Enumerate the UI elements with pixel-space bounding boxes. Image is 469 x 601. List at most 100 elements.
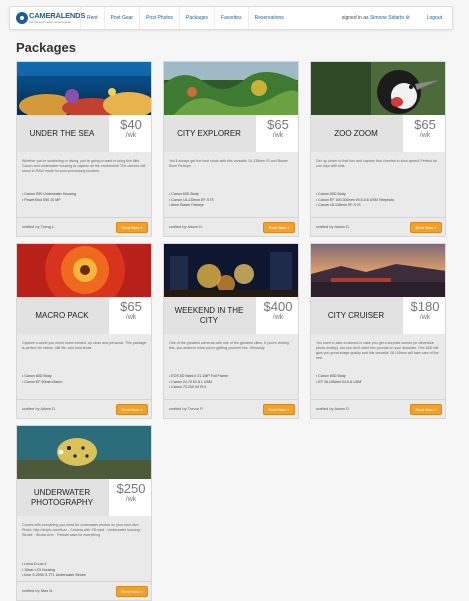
harbor-sunset-photo[interactable] bbox=[311, 244, 446, 297]
gear-icon: ⚙ bbox=[405, 15, 410, 21]
rent-now-button[interactable]: Rent Now » bbox=[410, 404, 442, 415]
crafted-by: crafted by Trang L. bbox=[22, 224, 56, 229]
author-link[interactable]: Adam D. bbox=[187, 224, 203, 229]
author-link[interactable]: Max B. bbox=[41, 588, 53, 593]
nav-post-gear[interactable]: Post Gear bbox=[103, 7, 140, 29]
gear-list: Leica D-Lux 4 10bar LX3 Housing Inon S-2… bbox=[22, 562, 148, 579]
price-unit: /wk bbox=[419, 314, 431, 322]
gear-item: Inon S-2000 S-TTL Underwater Strobe bbox=[22, 573, 148, 579]
user-menu[interactable]: Simone Sidarto ⚙ bbox=[370, 15, 410, 21]
price-box: $40 /wk bbox=[109, 115, 151, 152]
gear-list: Canon 60D Body Canon EF 100-300mm f/4.5-… bbox=[316, 192, 442, 209]
gear-list: Canon 60D Body EF 28-105mm f/4.5-6 USM bbox=[316, 374, 442, 385]
nav-favorites[interactable]: Favorites bbox=[214, 7, 248, 29]
price-unit: /wk bbox=[125, 314, 137, 322]
nav-rent[interactable]: Rent bbox=[80, 7, 104, 29]
package-name: WEEKEND IN THE CITY bbox=[174, 305, 244, 325]
package-name: UNDER THE SEA bbox=[29, 128, 95, 138]
price-amount: $65 bbox=[120, 299, 142, 314]
price-box: $400 /wk bbox=[256, 297, 298, 334]
price-amount: $400 bbox=[263, 299, 293, 314]
package-description: Capture a world you never knew existed, … bbox=[22, 340, 147, 350]
author-link[interactable]: Trevor P. bbox=[188, 406, 204, 411]
author-link[interactable]: Adam D. bbox=[40, 406, 56, 411]
camera-lens-logo-icon bbox=[16, 12, 28, 24]
author-link[interactable]: Adam D. bbox=[334, 406, 350, 411]
crafted-by: crafted by Adam D. bbox=[22, 406, 57, 411]
price-amount: $65 bbox=[414, 117, 436, 132]
nav-reservations[interactable]: Reservations bbox=[247, 7, 290, 29]
package-card: WEEKEND IN THE CITY $400 /wk One of the … bbox=[163, 243, 299, 419]
rent-now-button[interactable]: Rent Now » bbox=[410, 222, 442, 233]
card-footer: crafted by Max B. Rent Now » bbox=[17, 581, 151, 600]
price-amount: $65 bbox=[267, 117, 289, 132]
card-footer: crafted by Trang L. Rent Now » bbox=[17, 217, 151, 236]
package-card: UNDERWATER PHOTOGRAPHY $250 /wk Comes wi… bbox=[16, 425, 152, 601]
garden-greenhouse-photo[interactable] bbox=[164, 62, 299, 115]
brand-tagline: borrow a pro level camera gear bbox=[29, 19, 71, 24]
rent-now-button[interactable]: Rent Now » bbox=[263, 222, 295, 233]
boxfish-underwater-photo[interactable] bbox=[17, 426, 152, 479]
package-description: Get up closer to that lion and capture t… bbox=[316, 158, 438, 168]
author-link[interactable]: Trang L. bbox=[41, 224, 56, 229]
price-unit: /wk bbox=[272, 314, 284, 322]
signed-in-status: signed in as Simone Sidarto ⚙ bbox=[342, 7, 410, 29]
gear-list: Canon S90 Underwater Housing PowerShot S… bbox=[22, 192, 148, 203]
crafted-by: crafted by Trevor P. bbox=[169, 406, 204, 411]
gear-list: Canon 60D Body Canon EF 60mm Macro bbox=[22, 374, 148, 385]
price-unit: /wk bbox=[419, 132, 431, 140]
rent-now-button[interactable]: Rent Now » bbox=[116, 586, 148, 597]
user-name: Simone Sidarto bbox=[369, 15, 405, 21]
gear-item: Canon 70-200 f/4 IS II bbox=[169, 385, 295, 391]
coral-reef-photo[interactable] bbox=[17, 62, 152, 115]
package-description: One of the greatest cameras with one of … bbox=[169, 340, 289, 350]
gear-item: 8mm Bower Fisheye bbox=[169, 203, 295, 209]
package-card: UNDER THE SEA $40 /wk Whether you're sno… bbox=[16, 61, 152, 237]
page-title: Packages bbox=[16, 40, 76, 55]
price-amount: $180 bbox=[410, 299, 440, 314]
price-box: $65 /wk bbox=[109, 297, 151, 334]
price-box: $250 /wk bbox=[109, 479, 151, 516]
package-name: CITY EXPLORER bbox=[177, 128, 241, 138]
red-flower-macro-photo[interactable] bbox=[17, 244, 152, 297]
crafted-by: crafted by Adam D. bbox=[316, 406, 351, 411]
night-city-lights-photo[interactable] bbox=[164, 244, 299, 297]
rent-now-button[interactable]: Rent Now » bbox=[116, 404, 148, 415]
crafted-by: crafted by Adam D. bbox=[316, 224, 351, 229]
gear-item: EF 28-105mm f/4.5-6 USM bbox=[316, 380, 442, 386]
package-card: ZOO ZOOM $65 /wk Get up closer to that l… bbox=[310, 61, 446, 237]
crafted-by: crafted by Max B. bbox=[22, 588, 54, 593]
crowned-crane-photo[interactable] bbox=[311, 62, 446, 115]
brand-logo[interactable]: CAMERALENDS borrow a pro level camera ge… bbox=[16, 10, 85, 26]
package-description: You want to take a camera in case you ge… bbox=[316, 340, 439, 360]
logout-link[interactable]: Logout bbox=[427, 7, 442, 29]
price-unit: /wk bbox=[125, 132, 137, 140]
package-card: MACRO PACK $65 /wk Capture a world you n… bbox=[16, 243, 152, 419]
gear-list: EOS 5D Mark II 21.1MP Full Frame Canon 2… bbox=[169, 374, 295, 391]
brand-name: CAMERALENDS bbox=[29, 11, 86, 21]
gear-item: PowerShot S90 10 MP bbox=[22, 198, 148, 204]
package-name: ZOO ZOOM bbox=[334, 128, 378, 138]
author-link[interactable]: Adam D. bbox=[334, 224, 350, 229]
signed-in-label: signed in as bbox=[341, 15, 369, 21]
rent-now-button[interactable]: Rent Now » bbox=[263, 404, 295, 415]
package-card: CITY CRUISER $180 /wk You want to take a… bbox=[310, 243, 446, 419]
gear-item: Canon 18-135mm EF-S IS bbox=[316, 203, 442, 209]
price-unit: /wk bbox=[125, 496, 137, 504]
price-box: $65 /wk bbox=[403, 115, 445, 152]
main-nav: Rent Post Gear Post Photos Packages Favo… bbox=[80, 7, 290, 29]
price-box: $65 /wk bbox=[256, 115, 298, 152]
price-box: $180 /wk bbox=[403, 297, 445, 334]
nav-packages[interactable]: Packages bbox=[179, 7, 214, 29]
rent-now-button[interactable]: Rent Now » bbox=[116, 222, 148, 233]
package-description: Whether you're snorkeling or diving, you… bbox=[22, 158, 146, 173]
package-description: Comes with everything you need for under… bbox=[22, 522, 142, 537]
card-footer: crafted by Adam D. Rent Now » bbox=[17, 399, 151, 418]
package-grid: UNDER THE SEA $40 /wk Whether you're sno… bbox=[16, 61, 446, 601]
crafted-by: crafted by Adam D. bbox=[169, 224, 204, 229]
top-navbar: CAMERALENDS borrow a pro level camera ge… bbox=[9, 6, 453, 30]
price-amount: $250 bbox=[116, 481, 146, 496]
card-footer: crafted by Adam D. Rent Now » bbox=[311, 399, 445, 418]
gear-list: Canon 60D Body Canon 18-135mm EF-S IS 8m… bbox=[169, 192, 295, 209]
nav-post-photos[interactable]: Post Photos bbox=[139, 7, 179, 29]
